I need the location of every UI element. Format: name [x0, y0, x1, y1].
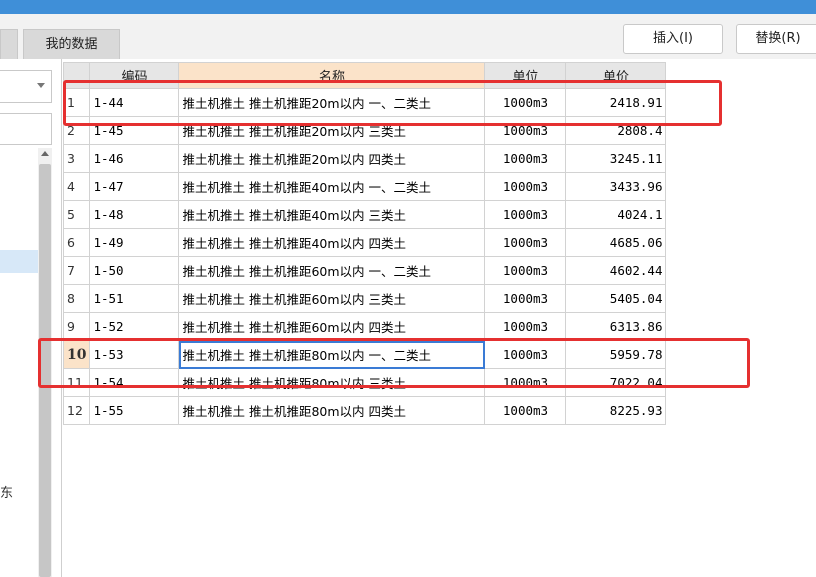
cell-code[interactable]: 1-46	[89, 144, 180, 173]
window-title-bar	[0, 0, 816, 14]
left-scrollbar[interactable]	[38, 148, 52, 577]
row-number[interactable]: 6	[62, 228, 91, 257]
cell-price[interactable]: 4602.44	[565, 256, 667, 285]
cell-price[interactable]: 3433.96	[565, 172, 667, 201]
cell-code[interactable]: 1-49	[89, 228, 180, 257]
cell-price[interactable]: 7022.04	[565, 368, 667, 397]
cell-name[interactable]: 推土机推土 推土机推距40m以内 四类土	[178, 228, 486, 257]
cell-name[interactable]: 推土机推土 推土机推距20m以内 三类土	[178, 116, 486, 145]
cell-unit[interactable]: 1000m3	[484, 88, 567, 117]
cell-price[interactable]: 4685.06	[565, 228, 667, 257]
cell-unit[interactable]: 1000m3	[484, 144, 567, 173]
header-corner	[62, 62, 91, 89]
row-number[interactable]: 7	[62, 256, 91, 285]
column-header-price[interactable]: 单价	[565, 62, 667, 89]
chevron-down-icon	[37, 83, 45, 88]
cell-price[interactable]: 6313.86	[565, 312, 667, 341]
search-input[interactable]	[0, 113, 52, 145]
quota-table: 编码 名称 单位 单价 1 1-44 推土机推土 推土机推距20m以内 一、二类土 1…	[62, 62, 667, 425]
table-header-row: 编码 名称 单位 单价	[62, 62, 667, 89]
cell-code[interactable]: 1-47	[89, 172, 180, 201]
row-number[interactable]: 9	[62, 312, 91, 341]
table-row[interactable]: 2 1-45 推土机推土 推土机推距20m以内 三类土 1000m3 2808.4	[62, 116, 667, 145]
cell-name[interactable]: 推土机推土 推土机推距80m以内 三类土	[178, 368, 486, 397]
column-header-name[interactable]: 名称	[178, 62, 486, 89]
table-row[interactable]: 3 1-46 推土机推土 推土机推距20m以内 四类土 1000m3 3245.11	[62, 144, 667, 173]
cell-price[interactable]: 2418.91	[565, 88, 667, 117]
cell-unit[interactable]: 1000m3	[484, 312, 567, 341]
cell-name[interactable]: 推土机推土 推土机推距80m以内 一、二类土	[178, 340, 486, 369]
cell-name[interactable]: 推土机推土 推土机推距60m以内 四类土	[178, 312, 486, 341]
cell-unit[interactable]: 1000m3	[484, 172, 567, 201]
cell-unit[interactable]: 1000m3	[484, 396, 567, 425]
row-number[interactable]: 12	[62, 396, 91, 425]
cell-unit[interactable]: 1000m3	[484, 340, 567, 369]
row-number[interactable]: 10	[62, 340, 91, 369]
scroll-thumb[interactable]	[39, 164, 51, 577]
cell-name[interactable]: 推土机推土 推土机推距40m以内 三类土	[178, 200, 486, 229]
replace-button[interactable]: 替换(R)	[736, 24, 816, 54]
cell-code[interactable]: 1-54	[89, 368, 180, 397]
tree-selected-item[interactable]	[0, 250, 38, 273]
row-number[interactable]: 4	[62, 172, 91, 201]
category-dropdown[interactable]	[0, 70, 52, 103]
cell-code[interactable]: 1-52	[89, 312, 180, 341]
cell-name[interactable]: 推土机推土 推土机推距20m以内 四类土	[178, 144, 486, 173]
cell-price[interactable]: 3245.11	[565, 144, 667, 173]
table-row[interactable]: 1 1-44 推土机推土 推土机推距20m以内 一、二类土 1000m3 2418.91	[62, 88, 667, 117]
cell-code[interactable]: 1-44	[89, 88, 180, 117]
cell-name[interactable]: 推土机推土 推土机推距60m以内 一、二类土	[178, 256, 486, 285]
cell-code[interactable]: 1-55	[89, 396, 180, 425]
cell-code[interactable]: 1-45	[89, 116, 180, 145]
tab-previous[interactable]	[0, 29, 18, 59]
cell-price[interactable]: 2808.4	[565, 116, 667, 145]
cell-unit[interactable]: 1000m3	[484, 116, 567, 145]
table-row[interactable]: 11 1-54 推土机推土 推土机推距80m以内 三类土 1000m3 7022.04	[62, 368, 667, 397]
cell-code[interactable]: 1-51	[89, 284, 180, 313]
scroll-up-arrow-icon[interactable]	[41, 151, 49, 156]
row-number[interactable]: 1	[62, 88, 91, 117]
column-header-code[interactable]: 编码	[89, 62, 180, 89]
cell-unit[interactable]: 1000m3	[484, 228, 567, 257]
cell-unit[interactable]: 1000m3	[484, 284, 567, 313]
cell-name[interactable]: 推土机推土 推土机推距60m以内 三类土	[178, 284, 486, 313]
table-row[interactable]: 9 1-52 推土机推土 推土机推距60m以内 四类土 1000m3 6313.86	[62, 312, 667, 341]
column-header-unit[interactable]: 单位	[484, 62, 567, 89]
table-row[interactable]: 7 1-50 推土机推土 推土机推距60m以内 一、二类土 1000m3 4602.44	[62, 256, 667, 285]
row-number[interactable]: 2	[62, 116, 91, 145]
table-row[interactable]: 12 1-55 推土机推土 推土机推距80m以内 四类土 1000m3 8225.93	[62, 396, 667, 425]
cell-unit[interactable]: 1000m3	[484, 256, 567, 285]
row-number[interactable]: 5	[62, 200, 91, 229]
left-panel-text-fragment: 东	[0, 486, 14, 501]
table-row[interactable]: 5 1-48 推土机推土 推土机推距40m以内 三类土 1000m3 4024.1	[62, 200, 667, 229]
table-row[interactable]: 4 1-47 推土机推土 推土机推距40m以内 一、二类土 1000m3 3433.96	[62, 172, 667, 201]
tab-my-data[interactable]: 我的数据	[23, 29, 120, 59]
insert-button[interactable]: 插入(I)	[623, 24, 723, 54]
cell-price[interactable]: 4024.1	[565, 200, 667, 229]
cell-code[interactable]: 1-50	[89, 256, 180, 285]
table-row[interactable]: 8 1-51 推土机推土 推土机推距60m以内 三类土 1000m3 5405.04	[62, 284, 667, 313]
cell-name[interactable]: 推土机推土 推土机推距80m以内 四类土	[178, 396, 486, 425]
cell-unit[interactable]: 1000m3	[484, 200, 567, 229]
cell-price[interactable]: 5959.78	[565, 340, 667, 369]
row-number[interactable]: 3	[62, 144, 91, 173]
cell-price[interactable]: 5405.04	[565, 284, 667, 313]
table-row[interactable]: 6 1-49 推土机推土 推土机推距40m以内 四类土 1000m3 4685.06	[62, 228, 667, 257]
cell-price[interactable]: 8225.93	[565, 396, 667, 425]
cell-unit[interactable]: 1000m3	[484, 368, 567, 397]
row-number[interactable]: 8	[62, 284, 91, 313]
cell-code[interactable]: 1-53	[89, 340, 180, 369]
table-row[interactable]: 10 1-53 推土机推土 推土机推距80m以内 一、二类土 1000m3 5959.7…	[62, 340, 667, 369]
cell-name[interactable]: 推土机推土 推土机推距20m以内 一、二类土	[178, 88, 486, 117]
pane-divider[interactable]	[61, 59, 62, 577]
cell-code[interactable]: 1-48	[89, 200, 180, 229]
row-number[interactable]: 11	[62, 368, 91, 397]
cell-name[interactable]: 推土机推土 推土机推距40m以内 一、二类土	[178, 172, 486, 201]
